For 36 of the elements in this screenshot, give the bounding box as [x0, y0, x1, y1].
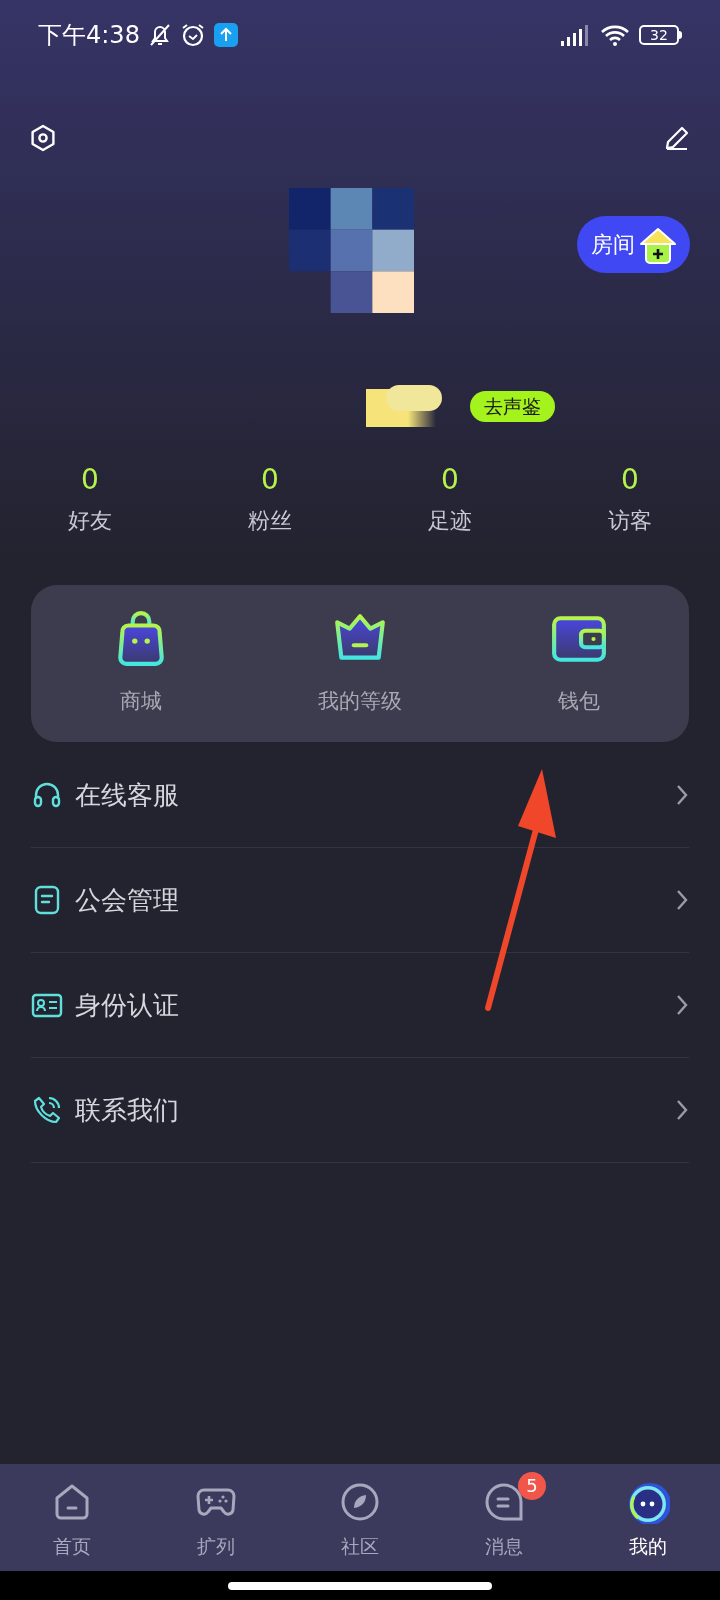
stat-count[interactable]: 0	[81, 460, 99, 500]
tab-item[interactable]: 社区	[288, 1470, 432, 1561]
wifi-icon	[599, 23, 631, 47]
tool-item[interactable]: 钱包	[469, 609, 689, 718]
tab-item[interactable]: 首页	[0, 1470, 144, 1561]
battery-indicator: 32	[639, 25, 679, 45]
tab-item[interactable]: 扩列	[144, 1470, 288, 1561]
bell-off-icon	[147, 22, 172, 48]
stat-label[interactable]: 访客	[608, 504, 652, 537]
menu-item[interactable]: 身份认证	[31, 953, 689, 1058]
stat-count[interactable]: 0	[441, 460, 459, 500]
tool-item[interactable]: 我的等级	[250, 609, 470, 718]
phone-icon	[31, 1094, 63, 1126]
chevron-right-icon	[675, 783, 689, 807]
clock-time: 下午4:38	[38, 20, 140, 51]
stat-label[interactable]: 粉丝	[248, 504, 292, 537]
chevron-right-icon	[675, 993, 689, 1017]
voice-test-button[interactable]: 去声鉴	[469, 390, 555, 422]
settings-icon[interactable]	[28, 123, 58, 153]
home-indicator[interactable]	[228, 1581, 492, 1590]
stat-label[interactable]: 足迹	[428, 504, 472, 537]
stat-count[interactable]: 0	[261, 460, 279, 500]
chevron-right-icon	[675, 1098, 689, 1122]
tool-item[interactable]: 商城	[31, 609, 251, 718]
chevron-right-icon	[675, 888, 689, 912]
upload-icon	[213, 23, 238, 47]
stat-label[interactable]: 好友	[68, 504, 112, 537]
menu-item[interactable]: 联系我们	[31, 1058, 689, 1163]
avatar-icon	[626, 1480, 670, 1524]
stat-count[interactable]: 0	[621, 460, 639, 500]
signal-icon	[559, 23, 591, 47]
menu-item[interactable]: 公会管理	[31, 848, 689, 953]
notification-badge: 5	[518, 1472, 546, 1500]
tab-item[interactable]: 我的	[576, 1470, 720, 1561]
room-button[interactable]: 房间	[577, 216, 690, 273]
tab-item[interactable]: 消息 5	[432, 1470, 576, 1561]
